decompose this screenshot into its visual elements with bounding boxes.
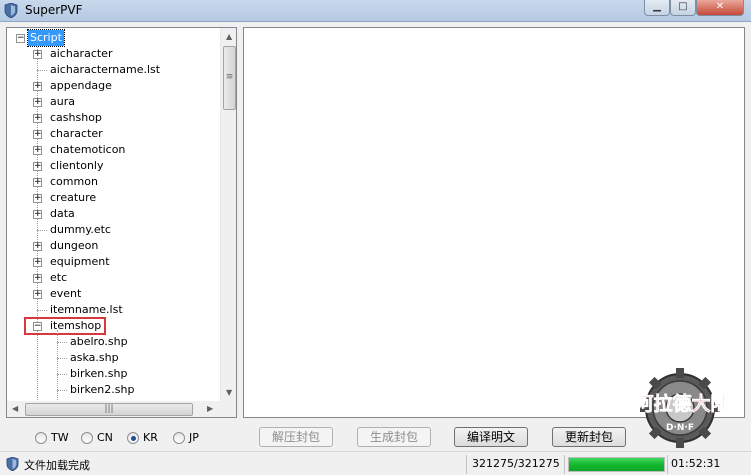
app-shield-icon xyxy=(6,457,19,471)
radio-circle[interactable] xyxy=(35,432,47,444)
expand-icon[interactable]: + xyxy=(33,130,42,139)
tree-node[interactable]: common xyxy=(50,174,98,190)
expand-icon[interactable]: + xyxy=(33,146,42,155)
expand-icon[interactable]: + xyxy=(33,50,42,59)
scroll-corner xyxy=(220,401,236,417)
radio-label: CN xyxy=(97,431,113,444)
expand-icon[interactable]: + xyxy=(33,98,42,107)
scroll-up-icon[interactable]: ▲ xyxy=(226,32,232,41)
radio-label: KR xyxy=(143,431,158,444)
file-tree[interactable]: − Script + aicharacter aicharactername.lst… xyxy=(6,27,237,418)
logo-title: 阿拉德大陆 xyxy=(634,392,729,415)
tree-guide-line xyxy=(57,342,67,343)
expand-icon[interactable]: + xyxy=(33,194,42,203)
scroll-right-icon[interactable]: ▶ xyxy=(207,404,213,413)
status-bar: 文件加载完成 321275/321275 01:52:31 xyxy=(0,451,751,475)
tree-node[interactable]: character xyxy=(50,126,103,142)
close-icon: ✕ xyxy=(715,1,725,12)
tree-guide-line xyxy=(57,358,67,359)
expand-icon[interactable]: + xyxy=(33,114,42,123)
tree-guide-line xyxy=(37,310,47,311)
tree-child-node[interactable]: birken.shp xyxy=(70,366,127,382)
tree-node[interactable]: creature xyxy=(50,190,96,206)
tree-guide-line xyxy=(57,374,67,375)
tree-horizontal-scrollbar[interactable]: ◀ ||| ▶ xyxy=(7,401,220,417)
expand-icon[interactable]: + xyxy=(33,210,42,219)
dnf-logo: 阿拉德大陆 D·N·F xyxy=(634,368,730,448)
maximize-button[interactable]: □ xyxy=(670,0,696,16)
tree-child-node[interactable]: abelro.shp xyxy=(70,334,128,350)
radio-label: TW xyxy=(51,431,69,444)
elapsed-time: 01:52:31 xyxy=(671,457,721,470)
content-pane[interactable] xyxy=(243,27,745,418)
tree-node[interactable]: chatemoticon xyxy=(50,142,125,158)
tree-child-node[interactable]: aska.shp xyxy=(70,350,119,366)
tree-node[interactable]: event xyxy=(50,286,81,302)
update-package-button[interactable]: 更新封包 xyxy=(552,427,626,447)
extract-package-button[interactable]: 解压封包 xyxy=(259,427,333,447)
expand-icon[interactable]: + xyxy=(33,258,42,267)
load-progress-bar xyxy=(568,457,665,472)
radio-label: JP xyxy=(189,431,199,444)
expand-icon[interactable]: + xyxy=(33,242,42,251)
tree-root[interactable]: Script xyxy=(27,29,65,47)
tree-vertical-scrollbar[interactable]: ▲ ≡ ▼ xyxy=(220,28,236,401)
collapse-icon[interactable]: − xyxy=(16,34,25,43)
expand-icon[interactable]: + xyxy=(33,82,42,91)
status-separator xyxy=(564,455,565,474)
title-bar: SuperPVF ▁ □ ✕ xyxy=(0,0,751,22)
tree-node[interactable]: appendage xyxy=(50,78,112,94)
radio-circle[interactable] xyxy=(127,432,139,444)
tree-guide-line xyxy=(37,70,47,71)
radio-circle[interactable] xyxy=(173,432,185,444)
minimize-button[interactable]: ▁ xyxy=(644,0,670,16)
app-shield-icon xyxy=(4,3,18,18)
progress-fill xyxy=(569,458,664,471)
tree-node[interactable]: dummy.etc xyxy=(50,222,111,238)
horizontal-scroll-thumb[interactable]: ||| xyxy=(25,403,193,416)
scroll-down-icon[interactable]: ▼ xyxy=(226,388,232,397)
file-count: 321275/321275 xyxy=(472,457,560,470)
tree-node[interactable]: dungeon xyxy=(50,238,98,254)
expand-icon[interactable]: + xyxy=(33,274,42,283)
maximize-icon: □ xyxy=(678,1,688,12)
tree-node[interactable]: aicharactername.lst xyxy=(50,62,160,78)
radio-circle[interactable] xyxy=(81,432,93,444)
tree-guide-line xyxy=(57,390,67,391)
tree-guide-line xyxy=(37,230,47,231)
tree-node[interactable]: equipment xyxy=(50,254,110,270)
tree-node[interactable]: etc xyxy=(50,270,67,286)
logo-subtitle: D·N·F xyxy=(666,423,694,433)
close-button[interactable]: ✕ xyxy=(696,0,744,16)
tree-node[interactable]: aicharacter xyxy=(50,46,112,62)
tree-node[interactable]: aura xyxy=(50,94,75,110)
tree-node[interactable]: cashshop xyxy=(50,110,102,126)
status-separator xyxy=(466,455,467,474)
vertical-scroll-thumb[interactable]: ≡ xyxy=(223,46,236,110)
window-title: SuperPVF xyxy=(25,3,83,17)
tree-node[interactable]: clientonly xyxy=(50,158,103,174)
tree-node[interactable]: itemname.lst xyxy=(50,302,123,318)
compile-plaintext-button[interactable]: 编译明文 xyxy=(454,427,528,447)
tree-child-node[interactable]: birken2.shp xyxy=(70,382,134,398)
expand-icon[interactable]: + xyxy=(33,162,42,171)
expand-icon[interactable]: + xyxy=(33,290,42,299)
scroll-left-icon[interactable]: ◀ xyxy=(12,404,18,413)
create-package-button[interactable]: 生成封包 xyxy=(357,427,431,447)
tree-items: − Script + aicharacter aicharactername.lst… xyxy=(7,28,220,410)
expand-icon[interactable]: + xyxy=(33,178,42,187)
minimize-icon: ▁ xyxy=(653,1,661,12)
tree-guide-line xyxy=(37,40,38,410)
status-separator xyxy=(667,455,668,474)
status-message: 文件加载完成 xyxy=(24,459,90,472)
tree-node[interactable]: data xyxy=(50,206,75,222)
